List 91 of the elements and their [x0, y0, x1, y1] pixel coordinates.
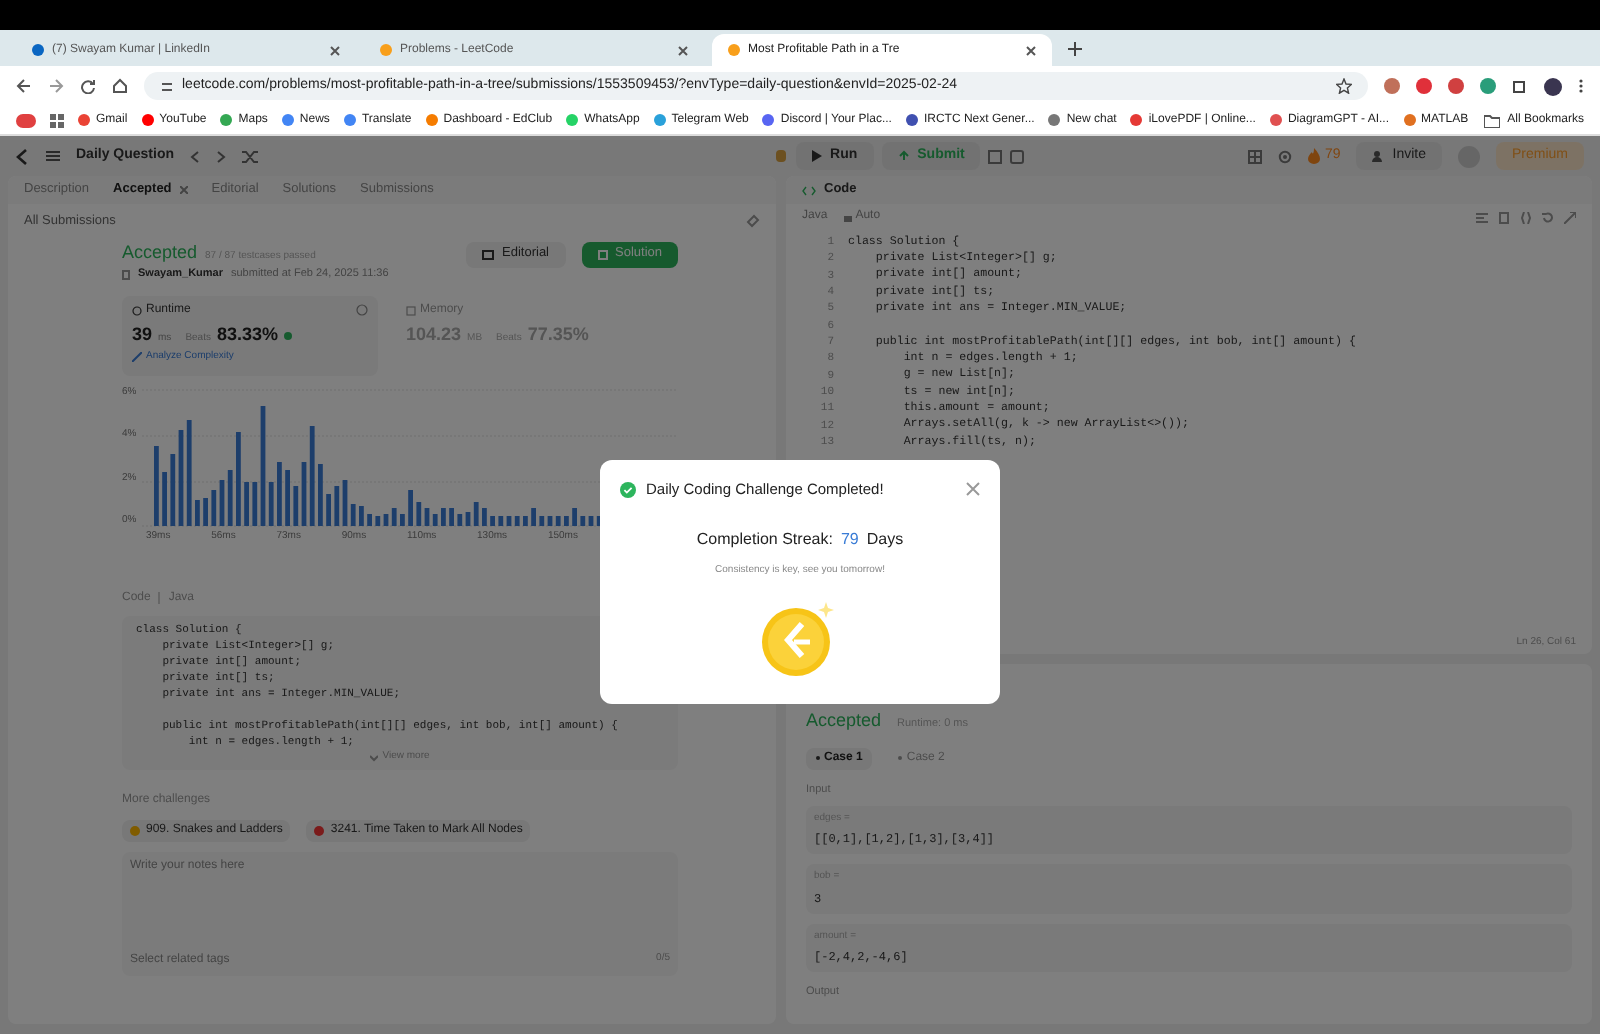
- bookmark-icon: [1048, 114, 1061, 126]
- histogram-bar: [482, 507, 487, 525]
- info-icon[interactable]: [356, 304, 368, 316]
- bookmark-icon[interactable]: [1498, 211, 1510, 223]
- profile-avatar[interactable]: [1544, 77, 1562, 95]
- close-icon[interactable]: [1026, 45, 1036, 55]
- histogram-bar: [277, 461, 282, 525]
- wand-icon: [132, 352, 142, 363]
- lock-icon: [843, 212, 852, 222]
- settings-icon[interactable]: [1278, 149, 1293, 163]
- extension-badge-icon[interactable]: [16, 113, 36, 127]
- bookmark-icon: [220, 114, 233, 126]
- histogram-bar: [244, 481, 249, 525]
- site-info-icon: [160, 79, 174, 93]
- puzzle-icon[interactable]: [1512, 78, 1528, 94]
- bookmark-icon: [78, 114, 90, 126]
- new-tab-icon[interactable]: [1068, 42, 1082, 56]
- favicon-icon: [728, 44, 740, 56]
- histogram-bar: [154, 445, 159, 525]
- star-icon[interactable]: [1336, 78, 1352, 94]
- home-icon[interactable]: [112, 78, 128, 94]
- bookmark-icon: [1130, 114, 1143, 126]
- layout-icon[interactable]: [1010, 149, 1025, 163]
- bookmark-icon: [653, 114, 666, 126]
- clock-icon: [132, 305, 142, 315]
- code-icon: [802, 185, 816, 195]
- bookmark-icon: [141, 114, 154, 126]
- reset-icon[interactable]: [1542, 211, 1554, 223]
- check-circle-icon: [620, 481, 636, 498]
- format-icon[interactable]: [1476, 211, 1488, 223]
- streak-unit: Days: [866, 528, 904, 553]
- reload-icon[interactable]: [80, 78, 96, 94]
- menu-icon[interactable]: [1578, 78, 1584, 94]
- back-icon[interactable]: [16, 78, 32, 94]
- bookmark-icon: [762, 114, 775, 126]
- bookmark-icon: [281, 114, 294, 126]
- bookmark-icon: [1403, 114, 1416, 126]
- favicon-icon: [32, 44, 44, 56]
- list-icon: [46, 150, 60, 162]
- close-icon[interactable]: [330, 45, 340, 55]
- runtime-percentile: 83.33%: [216, 321, 279, 347]
- forward-icon[interactable]: [48, 78, 64, 94]
- chevron-right-icon[interactable]: [216, 149, 227, 163]
- streak-label: Completion Streak:: [696, 528, 833, 553]
- notes-icon[interactable]: [988, 149, 1003, 163]
- histogram-bar: [531, 507, 536, 525]
- apps-grid-icon[interactable]: [50, 113, 64, 127]
- histogram-bar: [195, 499, 200, 525]
- streak-value: 79: [840, 528, 859, 553]
- shuffle-icon[interactable]: [242, 149, 259, 163]
- bookmark-icon: [343, 114, 356, 126]
- book-icon: [482, 249, 495, 260]
- logo-icon[interactable]: [16, 147, 30, 165]
- histogram-bar: [400, 513, 405, 525]
- submission-status: Accepted: [122, 239, 198, 266]
- histogram-bar: [449, 507, 454, 525]
- histogram-bar: [564, 515, 569, 525]
- histogram-bar: [523, 515, 528, 525]
- bookmark-icon: [905, 114, 918, 126]
- bookmark-icon: [425, 114, 438, 126]
- histogram-bar: [367, 513, 372, 525]
- histogram-bar: [318, 463, 323, 525]
- histogram-bar: [285, 469, 290, 525]
- histogram-bar: [162, 471, 167, 525]
- bookmark-icon: [566, 114, 579, 126]
- histogram-bar: [236, 431, 241, 525]
- badge-icon: [284, 331, 293, 339]
- braces-icon[interactable]: [1520, 211, 1532, 223]
- grid-icon[interactable]: [1248, 149, 1263, 163]
- favicon-icon: [380, 44, 392, 56]
- histogram-bar: [203, 497, 208, 525]
- chevron-down-icon: [370, 754, 379, 762]
- result-status: Accepted: [806, 708, 882, 734]
- histogram-bar: [572, 507, 577, 525]
- histogram-bar: [359, 505, 364, 525]
- histogram-bar: [326, 493, 331, 525]
- histogram-bar: [408, 489, 413, 525]
- fire-icon: [1308, 148, 1321, 164]
- chip-icon: [406, 305, 416, 315]
- person-add-icon: [1372, 150, 1385, 162]
- play-icon: [812, 150, 823, 162]
- bookmark-icon: [1269, 114, 1282, 126]
- histogram-bar: [441, 507, 446, 525]
- close-icon[interactable]: [678, 45, 688, 55]
- upload-icon: [897, 150, 910, 162]
- folder-icon: [1483, 113, 1500, 127]
- runtime-value: 39: [132, 321, 153, 347]
- expand-icon[interactable]: [1564, 211, 1576, 223]
- link-icon[interactable]: [746, 214, 760, 229]
- chevron-left-icon[interactable]: [190, 149, 201, 163]
- histogram-bar: [490, 515, 495, 525]
